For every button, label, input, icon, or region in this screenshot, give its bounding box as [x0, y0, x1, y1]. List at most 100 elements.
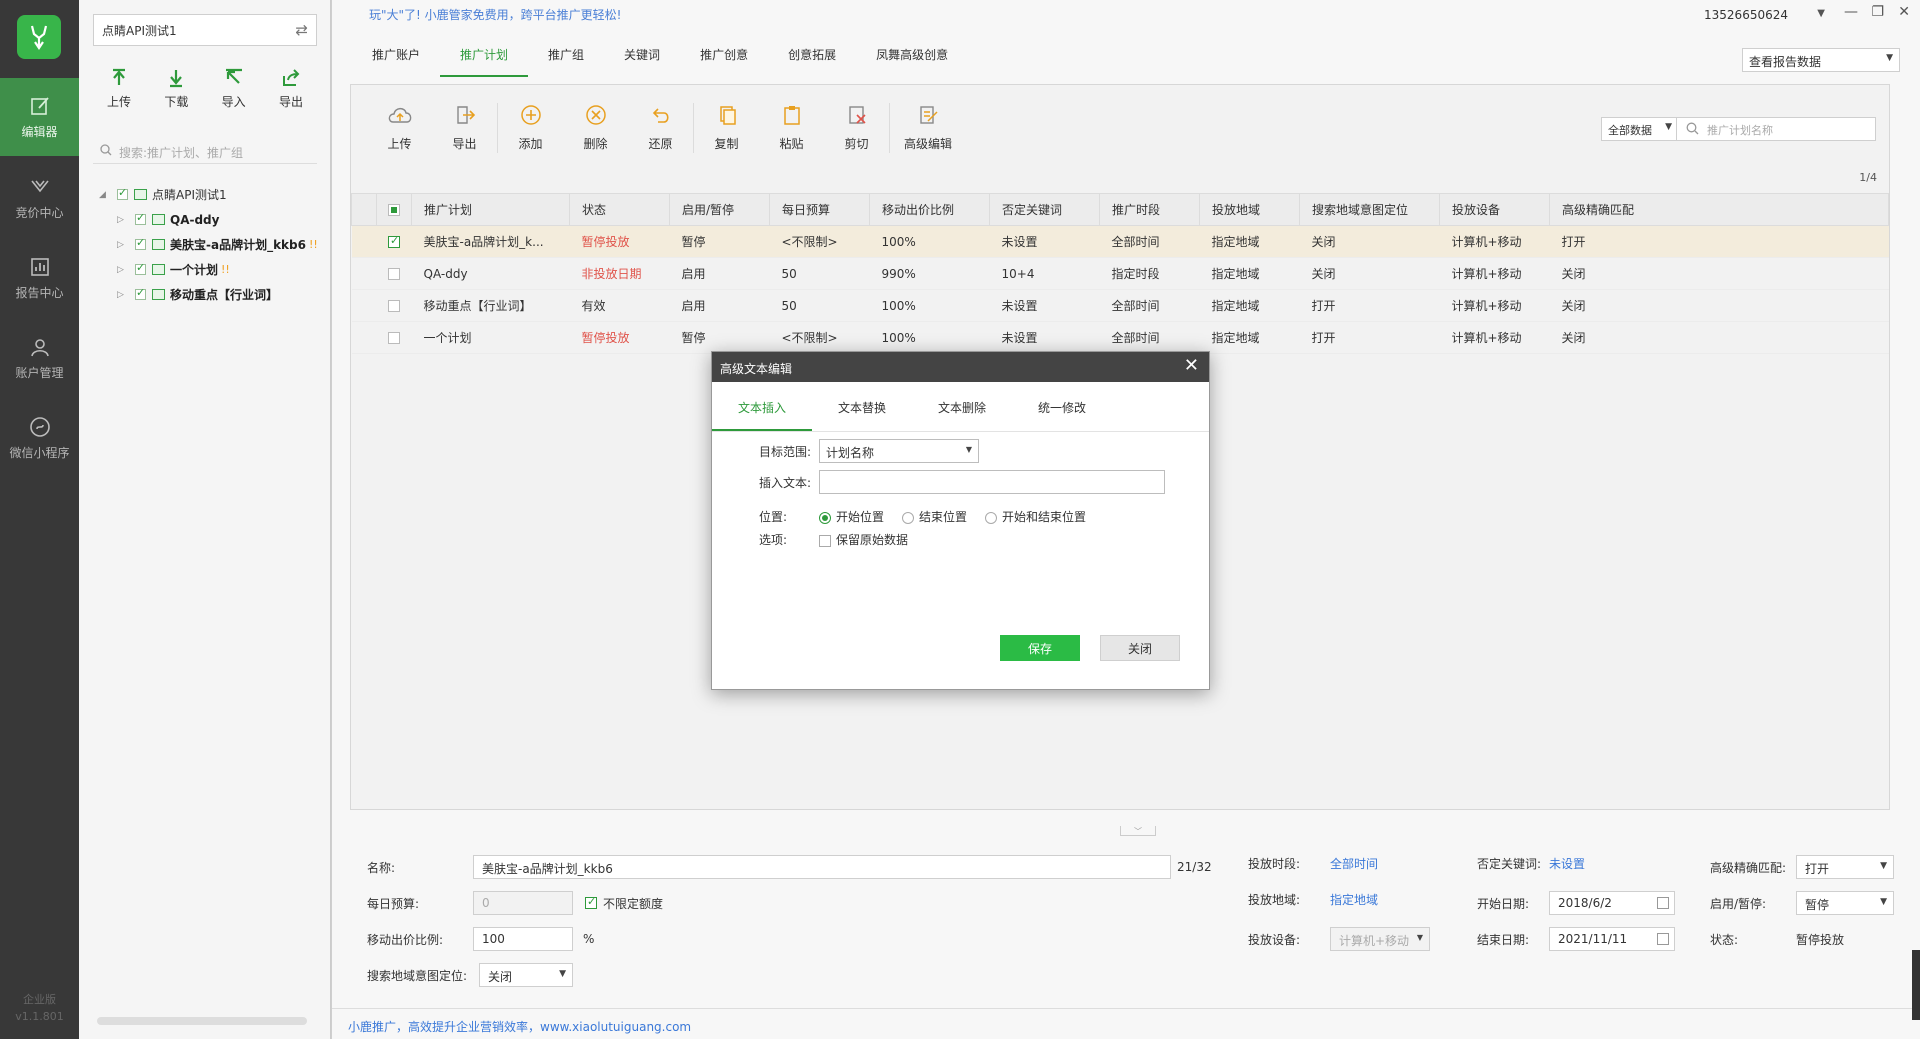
tool-cut[interactable]: 剪切 [824, 104, 889, 152]
col-header[interactable]: 启用/暂停 [669, 193, 770, 226]
tool-export[interactable]: 导出 [432, 104, 497, 152]
col-header[interactable]: 移动出价比例 [869, 193, 990, 226]
tree-scrollbar[interactable] [97, 1017, 307, 1025]
position-start-radio[interactable]: 开始位置 [819, 508, 884, 525]
tree-node[interactable]: ▷ 美肤宝-a品牌计划_kkb6 !! [99, 232, 331, 257]
download-button[interactable]: 下载 [156, 68, 196, 110]
budget-input[interactable]: 0 [473, 891, 573, 915]
footer-link[interactable]: 小鹿推广，高效提升企业营销效率，www.xiaolutuiguang.com [332, 1008, 1920, 1039]
nav-report-center[interactable]: 报告中心 [0, 239, 79, 317]
row-checkbox[interactable] [388, 234, 400, 248]
table-row[interactable]: 美肤宝-a品牌计划_k...暂停投放暂停<不限制>100%未设置全部时间指定地域… [351, 225, 1889, 258]
restore-icon[interactable]: ❐ [1871, 4, 1884, 20]
tab-account[interactable]: 推广账户 [352, 38, 440, 77]
time-link[interactable]: 全部时间 [1330, 855, 1378, 872]
user-phone[interactable]: 13526650624 [1704, 8, 1788, 22]
tab-text-insert[interactable]: 文本插入 [712, 382, 812, 431]
collapse-icon[interactable]: ▷ [117, 265, 131, 275]
tab-text-replace[interactable]: 文本替换 [812, 382, 912, 431]
save-button[interactable]: 保存 [1000, 635, 1080, 661]
device-select[interactable]: 计算机+移动 ▼ [1330, 927, 1430, 951]
tab-unified-modify[interactable]: 统一修改 [1012, 382, 1112, 431]
close-icon[interactable]: ✕ [1184, 355, 1199, 376]
tool-restore[interactable]: 还原 [628, 104, 693, 152]
region-link[interactable]: 指定地域 [1330, 891, 1378, 908]
col-header[interactable]: 投放设备 [1439, 193, 1550, 226]
name-input[interactable]: 美肤宝-a品牌计划_kkb6 [473, 855, 1171, 879]
table-cell[interactable]: 移动重点【行业词】 [411, 289, 570, 322]
tree-search-input[interactable]: 搜索:推广计划、推广组 [93, 140, 317, 164]
col-header[interactable]: 每日预算 [769, 193, 870, 226]
table-row[interactable]: QA-ddy 非投放日期 启用 50 990% 10+4 指定时段 指定地域 关闭 计算机+移动关… [351, 257, 1889, 290]
tree-node[interactable]: ▷ QA-ddy [99, 207, 331, 232]
row-checkbox[interactable] [388, 268, 400, 280]
tool-paste[interactable]: 粘贴 [759, 104, 824, 152]
collapse-icon[interactable]: ▷ [117, 290, 131, 300]
row-checkbox[interactable] [388, 300, 400, 312]
table-cell[interactable]: 美肤宝-a品牌计划_k... [411, 225, 570, 258]
position-end-radio[interactable]: 结束位置 [902, 508, 967, 525]
tree-node[interactable]: ▷ 一个计划 !! [99, 257, 331, 282]
expand-icon[interactable]: ◢ [99, 190, 113, 200]
vertical-scrollbar[interactable] [1912, 950, 1920, 1020]
col-header[interactable]: 搜索地域意图定位 [1299, 193, 1440, 226]
end-date-input[interactable]: 2021/11/11 [1549, 927, 1675, 951]
close-window-icon[interactable]: ✕ [1898, 4, 1910, 20]
col-header[interactable]: 高级精确匹配 [1549, 193, 1889, 226]
row-checkbox[interactable] [388, 332, 400, 344]
select-all-checkbox[interactable] [376, 193, 412, 226]
report-data-select[interactable]: 查看报告数据 ▼ [1742, 48, 1900, 72]
tree-checkbox[interactable] [135, 211, 146, 225]
keep-original-checkbox[interactable]: 保留原始数据 [819, 531, 908, 548]
tool-advanced-edit[interactable]: 高级编辑 [890, 104, 966, 152]
tab-keyword[interactable]: 关键词 [604, 38, 680, 77]
row-checkbox-cell[interactable] [376, 289, 412, 322]
col-header[interactable]: 推广计划 [411, 193, 570, 226]
tool-upload[interactable]: 上传 [367, 104, 432, 152]
tool-delete[interactable]: 删除 [563, 104, 628, 152]
tab-text-delete[interactable]: 文本删除 [912, 382, 1012, 431]
tree-checkbox[interactable] [135, 286, 146, 300]
table-row[interactable]: 移动重点【行业词】 有效 启用 50 100% 未设置 全部时间 指定地域 打开 计算机+移动 关闭 [351, 289, 1889, 322]
checkbox[interactable] [388, 204, 400, 216]
tab-creative-ext[interactable]: 创意拓展 [768, 38, 856, 77]
row-checkbox-cell[interactable] [376, 225, 412, 258]
import-button[interactable]: 导入 [214, 68, 254, 110]
row-checkbox-cell[interactable] [376, 257, 412, 290]
geo-intent-select[interactable]: 关闭 ▼ [479, 963, 573, 987]
position-both-radio[interactable]: 开始和结束位置 [985, 508, 1086, 525]
close-button[interactable]: 关闭 [1100, 635, 1180, 661]
export-button[interactable]: 导出 [271, 68, 311, 110]
tool-add[interactable]: 添加 [498, 104, 563, 152]
collapse-icon[interactable]: ▷ [117, 215, 131, 225]
row-checkbox-cell[interactable] [376, 321, 412, 354]
upload-button[interactable]: 上传 [99, 68, 139, 110]
calendar-icon[interactable] [1657, 897, 1669, 909]
neg-link[interactable]: 未设置 [1549, 855, 1585, 872]
tree-checkbox[interactable] [135, 261, 146, 275]
col-header[interactable]: 否定关键词 [989, 193, 1100, 226]
collapse-icon[interactable]: ▷ [117, 240, 131, 250]
minimize-icon[interactable]: — [1844, 4, 1858, 20]
tab-plan[interactable]: 推广计划 [440, 38, 529, 77]
tab-creative[interactable]: 推广创意 [680, 38, 768, 77]
table-cell[interactable]: 一个计划 [411, 321, 570, 354]
enable-select[interactable]: 暂停 ▼ [1796, 891, 1894, 915]
start-date-input[interactable]: 2018/6/2 [1549, 891, 1675, 915]
data-filter-select[interactable]: 全部数据 ▼ [1601, 117, 1679, 141]
nav-editor[interactable]: 编辑器 [0, 78, 79, 156]
table-row[interactable]: 一个计划 暂停投放 暂停 <不限制> 100% 未设置 全部时间 指定地域 打开 计算机+移动 关闭 [351, 321, 1889, 354]
target-range-select[interactable]: 计划名称 ▼ [819, 439, 979, 463]
table-cell[interactable]: QA-ddy [411, 257, 570, 290]
exact-select[interactable]: 打开 ▼ [1796, 855, 1894, 879]
tree-checkbox[interactable] [135, 236, 146, 250]
col-header[interactable]: 推广时段 [1099, 193, 1200, 226]
tree-root[interactable]: ◢ 点睛API测试1 [99, 182, 331, 207]
insert-text-input[interactable] [819, 470, 1165, 494]
nav-bid-center[interactable]: 竞价中心 [0, 159, 79, 237]
tree-checkbox[interactable] [117, 186, 128, 200]
col-header[interactable]: 状态 [569, 193, 670, 226]
nav-account-mgmt[interactable]: 账户管理 [0, 319, 79, 397]
mobile-ratio-input[interactable]: 100 [473, 927, 573, 951]
swap-icon[interactable]: ⇄ [295, 21, 308, 39]
